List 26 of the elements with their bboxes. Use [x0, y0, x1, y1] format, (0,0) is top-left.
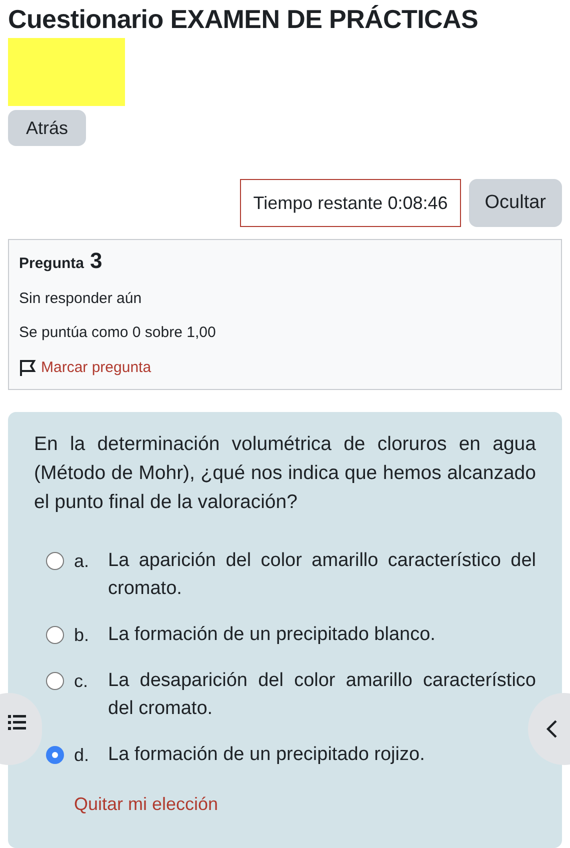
question-number: 3 [90, 250, 102, 272]
option-letter: a. [74, 550, 90, 573]
radio-button[interactable] [46, 552, 64, 570]
question-status: Sin responder aún [19, 288, 143, 308]
chevron-left-icon [546, 719, 558, 739]
hide-button[interactable]: Ocultar [468, 179, 562, 227]
option-text: La desaparición del color amarillo característico del cromato. [108, 669, 536, 721]
flag-icon [19, 358, 37, 377]
option-text: La aparición del color amarillo característico del cromato. [108, 549, 536, 601]
flag-question-link[interactable]: Marcar pregunta [19, 356, 551, 379]
page-title: Cuestionario EXAMEN DE PRÁCTICAS [7, 3, 480, 32]
question-text: En la determinación volumétrica de cloruros en agua (Método de Mohr), ¿qué nos indica que hemos alcanzado el punto final de la valoración? [34, 432, 536, 515]
option-letter: b. [74, 624, 90, 647]
question-label: Pregunta [19, 254, 84, 274]
radio-button[interactable] [46, 626, 64, 644]
option-letter: c. [74, 670, 90, 693]
option-text: La formación de un precipitado rojizo. [108, 743, 425, 767]
radio-button[interactable] [46, 672, 64, 690]
clear-choice-link[interactable]: Quitar mi elección [74, 791, 218, 818]
question-grade: Se puntúa como 0 sobre 1,00 [19, 323, 217, 343]
option-letter: d. [74, 744, 90, 767]
list-icon [8, 714, 26, 730]
radio-button[interactable] [46, 746, 64, 764]
time-remaining: Tiempo restante 0:08:46 [240, 179, 461, 227]
back-button[interactable]: Atrás [8, 110, 86, 146]
option-text: La formación de un precipitado blanco. [108, 623, 436, 647]
